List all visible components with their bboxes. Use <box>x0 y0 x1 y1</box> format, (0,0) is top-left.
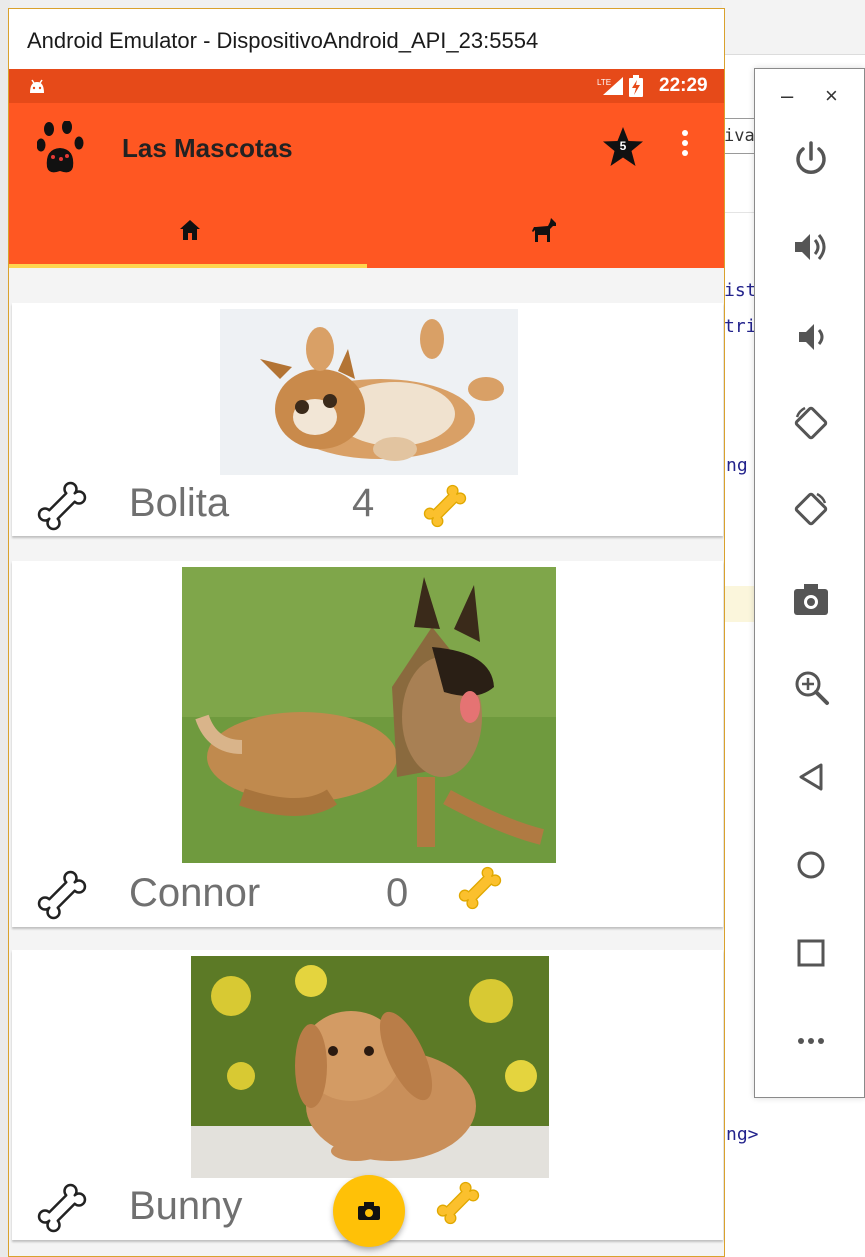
tab-home[interactable] <box>9 203 367 268</box>
pet-list[interactable]: Bolita 4 Connor 0 Bunny <box>9 268 724 1256</box>
window-title: Android Emulator - DispositivoAndroid_AP… <box>27 28 539 53</box>
volume-down-icon[interactable] <box>791 317 831 357</box>
ide-code-fragment: ist <box>724 280 757 301</box>
pet-photo-shepherd-dog <box>182 567 556 863</box>
dog-icon <box>532 218 556 242</box>
pet-photo-kitten <box>220 309 518 475</box>
bone-yellow-icon <box>458 866 502 910</box>
close-button[interactable]: × <box>825 83 838 109</box>
back-icon[interactable] <box>791 757 831 797</box>
emulator-window: Android Emulator - DispositivoAndroid_AP… <box>8 8 725 1257</box>
pet-like-count: 0 <box>386 871 409 915</box>
screenshot-icon[interactable] <box>791 579 831 619</box>
camera-fab[interactable] <box>333 1175 405 1247</box>
pet-name: Bolita <box>129 481 230 525</box>
pet-name: Bunny <box>129 1184 243 1228</box>
status-bar: LTE 22:29 <box>9 69 724 103</box>
tab-dog[interactable] <box>367 203 724 268</box>
rotate-left-icon[interactable] <box>791 403 831 443</box>
bone-outline-icon[interactable] <box>34 478 90 534</box>
more-vert-icon <box>682 130 688 156</box>
ide-code-fragment: ng> <box>726 1124 759 1145</box>
paw-icon <box>36 120 85 182</box>
bone-yellow-icon <box>436 1181 480 1225</box>
app-bar: Las Mascotas 5 <box>9 103 724 268</box>
overflow-menu-button[interactable] <box>681 129 689 162</box>
more-icon[interactable] <box>791 1021 831 1061</box>
network-label: LTE <box>597 78 611 87</box>
pet-like-count: 4 <box>352 481 375 525</box>
pet-card: Connor 0 <box>12 561 723 927</box>
zoom-icon[interactable] <box>791 667 831 707</box>
bone-yellow-icon <box>423 484 467 528</box>
signal-icon: LTE <box>597 77 623 100</box>
ide-divider <box>722 212 756 213</box>
home-icon[interactable] <box>791 845 831 885</box>
pet-card: Bolita 4 <box>12 303 723 536</box>
ide-top-bar <box>722 0 865 55</box>
bone-outline-icon[interactable] <box>34 867 90 923</box>
app-title: Las Mascotas <box>122 133 293 163</box>
volume-up-icon[interactable] <box>791 227 831 267</box>
house-icon <box>180 220 200 240</box>
ide-code-fragment: ng <box>726 455 748 476</box>
status-time: 22:29 <box>659 75 708 96</box>
emulator-title-bar[interactable]: Android Emulator - DispositivoAndroid_AP… <box>9 9 724 69</box>
pet-photo-rabbit <box>191 956 549 1178</box>
rotate-right-icon[interactable] <box>791 489 831 529</box>
pet-name: Connor <box>129 871 261 915</box>
camera-icon <box>358 1202 380 1220</box>
bone-outline-icon[interactable] <box>34 1180 90 1236</box>
emulator-toolbar: – × <box>754 68 865 1098</box>
ide-code-fragment: tri <box>724 316 757 337</box>
power-icon[interactable] <box>791 139 831 179</box>
favorites-count: 5 <box>619 139 627 153</box>
ide-line-highlight <box>722 586 754 622</box>
favorites-button[interactable]: 5 <box>601 125 645 174</box>
android-icon <box>28 77 46 100</box>
minimize-button[interactable]: – <box>781 83 793 109</box>
overview-icon[interactable] <box>791 933 831 973</box>
ide-tab-fragment[interactable]: iva <box>722 118 756 154</box>
battery-icon <box>629 75 643 102</box>
